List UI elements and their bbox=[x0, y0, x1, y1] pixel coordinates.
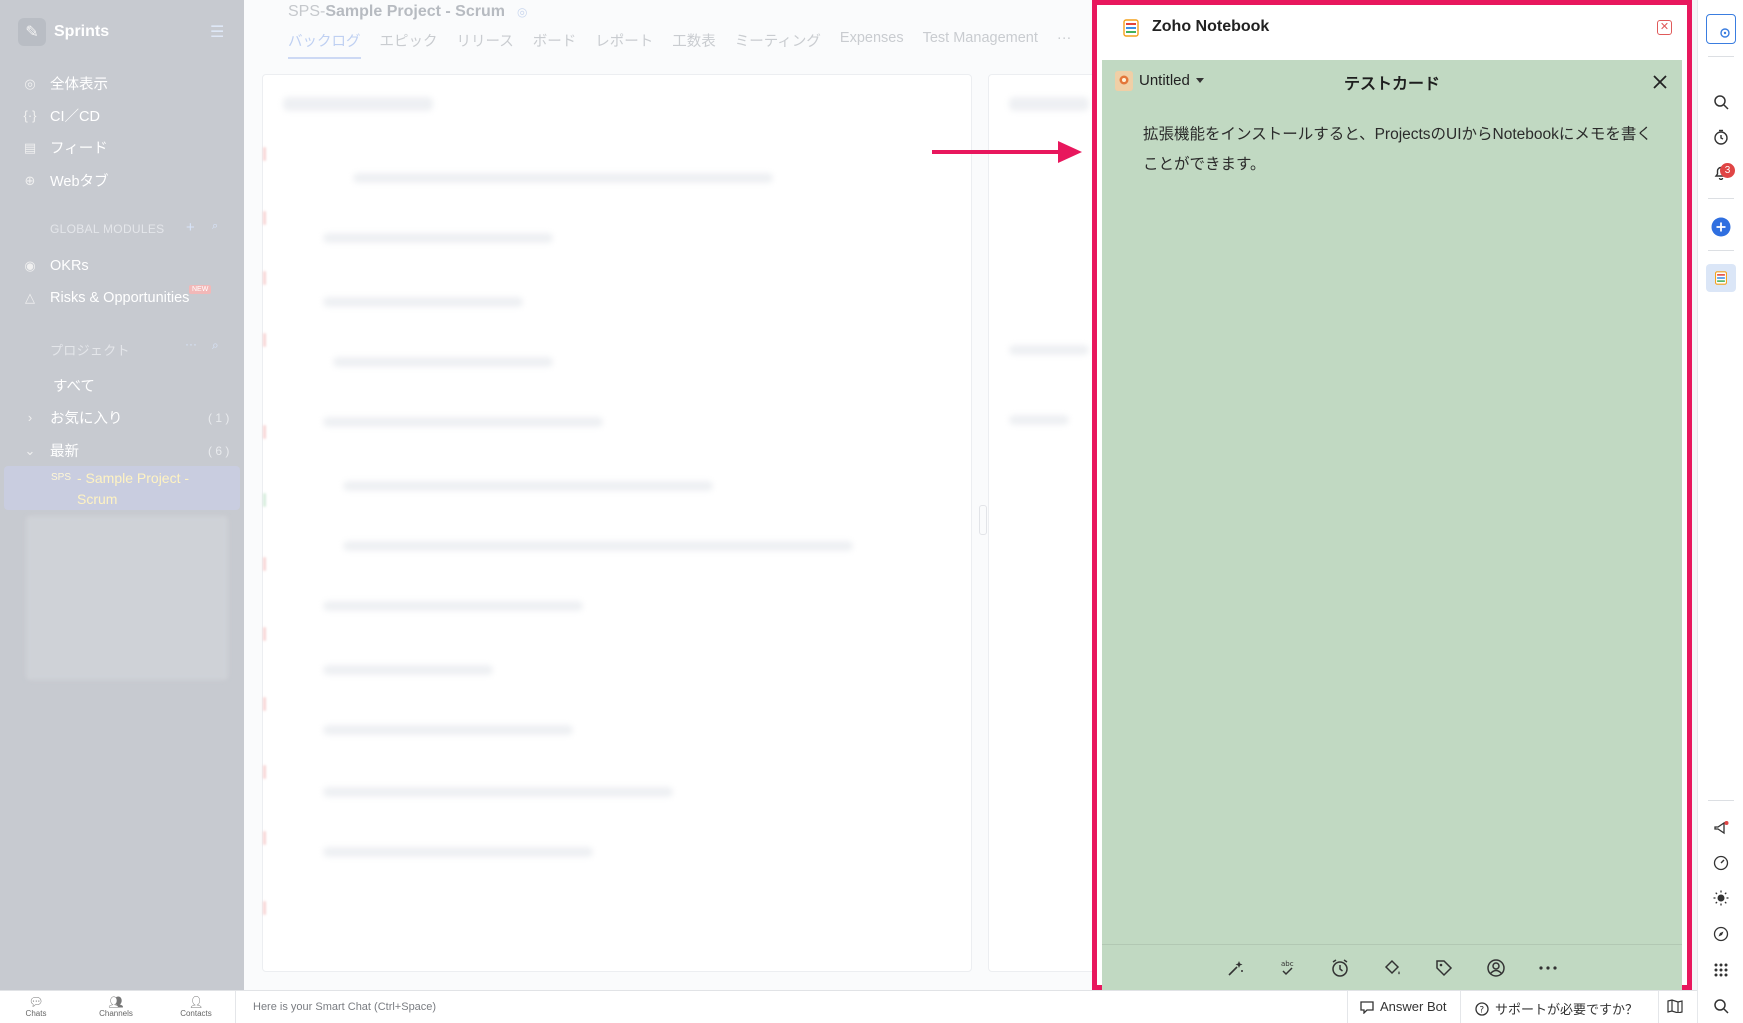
left-sidebar: ✎ Sprints ☰ ◎ 全体表示 {·} CI／CD ▤ フィード ⊕ We… bbox=[0, 0, 244, 990]
spellcheck-icon[interactable]: abc bbox=[1277, 957, 1299, 979]
app-header[interactable]: ✎ Sprints bbox=[18, 18, 109, 46]
tab-timesheet[interactable]: 工数表 bbox=[672, 30, 716, 59]
sidebar-item-overview[interactable]: ◎ 全体表示 bbox=[22, 73, 108, 94]
svg-text:abc: abc bbox=[1281, 960, 1294, 968]
tab-release[interactable]: リリース bbox=[457, 30, 514, 59]
sidebar-item-okrs[interactable]: ◉ OKRs bbox=[22, 258, 88, 274]
fill-color-icon[interactable] bbox=[1381, 957, 1403, 979]
sprint-panel bbox=[988, 74, 1108, 972]
new-badge: NEW bbox=[189, 285, 212, 294]
project-name: - Sample Project - Scrum bbox=[77, 470, 190, 507]
tab-meeting[interactable]: ミーティング bbox=[735, 30, 821, 59]
recent-count: ( 6 ) bbox=[208, 444, 230, 458]
map-icon[interactable] bbox=[1667, 999, 1683, 1013]
tab-board[interactable]: ボード bbox=[533, 30, 577, 59]
tab-test-management[interactable]: Test Management bbox=[923, 30, 1038, 59]
project-code: SPS bbox=[51, 472, 72, 483]
cicd-icon: {·} bbox=[23, 108, 37, 123]
chat-bubble-icon: 💬︎ bbox=[28, 995, 44, 1009]
overview-icon: ◎ bbox=[24, 75, 36, 91]
notebook-extension-panel: Zoho Notebook ✕ Untitled テストカード 拡張機能をインス… bbox=[1092, 0, 1692, 990]
global-modules-heading: GLOBAL MODULES bbox=[50, 222, 165, 236]
share-user-icon[interactable] bbox=[1485, 957, 1507, 979]
note-body-text[interactable]: 拡張機能をインストールすると、ProjectsのUIからNotebookにメモを… bbox=[1143, 120, 1663, 180]
notebook-extension-icon[interactable] bbox=[1706, 264, 1736, 292]
chevron-right-icon: › bbox=[27, 410, 33, 425]
tab-epic[interactable]: エピック bbox=[380, 30, 438, 59]
feature-announcement-icon[interactable] bbox=[1711, 818, 1731, 838]
help-button[interactable]: ? サポートが必要ですか？ bbox=[1475, 999, 1638, 1018]
note-toolbar: abc bbox=[1102, 944, 1682, 990]
chats-button[interactable]: 💬︎ Chats bbox=[6, 995, 66, 1018]
active-project-item[interactable]: SPS - Sample Project - Scrum bbox=[4, 466, 240, 510]
tab-backlog[interactable]: バックログ bbox=[288, 30, 361, 59]
tabs-more-icon[interactable]: ··· bbox=[1057, 30, 1072, 59]
speed-icon[interactable] bbox=[1711, 853, 1731, 873]
project-group-favorites[interactable]: › お気に入り bbox=[22, 407, 123, 428]
notebook-logo-icon bbox=[1123, 19, 1139, 37]
add-new-icon[interactable] bbox=[1711, 217, 1731, 237]
project-group-recent[interactable]: ⌄ 最新 bbox=[22, 440, 79, 461]
note-card: Untitled テストカード 拡張機能をインストールすると、Projectsの… bbox=[1102, 60, 1682, 990]
theme-sun-icon[interactable] bbox=[1711, 888, 1731, 908]
more-icon[interactable] bbox=[1537, 957, 1559, 979]
right-rail: 3 bbox=[1697, 0, 1743, 1023]
tab-expenses[interactable]: Expenses bbox=[840, 30, 904, 59]
apps-grid-icon[interactable] bbox=[1711, 960, 1731, 980]
reminder-icon[interactable] bbox=[1329, 957, 1351, 979]
annotation-arrow-icon bbox=[932, 141, 1082, 163]
target-icon: ◉ bbox=[24, 258, 36, 273]
feed-icon: ▤ bbox=[23, 139, 37, 155]
timer-icon[interactable] bbox=[1711, 127, 1731, 147]
help-icon: ? bbox=[1475, 1001, 1489, 1016]
bottom-bar: 💬︎ Chats 👥︎ Channels 👤︎ Contacts Here is… bbox=[0, 990, 1697, 1023]
project-more-icon[interactable]: ··· bbox=[185, 337, 197, 351]
channels-button[interactable]: 👥︎ Channels bbox=[86, 995, 146, 1018]
svg-text:?: ? bbox=[1479, 1005, 1484, 1015]
sidebar-item-webtab[interactable]: ⊕ Webタブ bbox=[22, 170, 109, 191]
contact-icon: 👤︎ bbox=[188, 995, 204, 1009]
panel-resize-handle[interactable] bbox=[979, 505, 987, 535]
tab-report[interactable]: レポート bbox=[595, 30, 653, 59]
note-header: Untitled テストカード bbox=[1102, 60, 1682, 104]
compass-icon[interactable] bbox=[1711, 924, 1731, 944]
close-panel-button[interactable]: ✕ bbox=[1657, 20, 1672, 35]
sprints-logo-icon: ✎ bbox=[18, 18, 46, 46]
sidebar-menu-icon[interactable]: ☰ bbox=[210, 22, 224, 42]
notebook-title: Zoho Notebook bbox=[1152, 18, 1270, 35]
search-icon[interactable] bbox=[1711, 92, 1731, 112]
channels-icon: 👥︎ bbox=[108, 995, 124, 1009]
add-module-icon[interactable]: + bbox=[186, 219, 195, 236]
globe-icon: ⊕ bbox=[24, 172, 36, 188]
projects-heading: プロジェクト bbox=[50, 343, 130, 358]
blurred-project-list bbox=[26, 516, 228, 680]
project-search-icon[interactable]: ⌕ bbox=[212, 338, 219, 353]
sidebar-item-feed[interactable]: ▤ フィード bbox=[22, 137, 108, 158]
tag-icon[interactable] bbox=[1433, 957, 1455, 979]
sidebar-item-risks[interactable]: △ Risks & Opportunities bbox=[22, 290, 189, 306]
project-info-icon[interactable]: ◎ bbox=[517, 5, 527, 19]
close-note-button[interactable] bbox=[1652, 74, 1668, 90]
ai-sparkle-icon[interactable] bbox=[1225, 957, 1247, 979]
notification-count-badge: 3 bbox=[1720, 163, 1735, 178]
favorites-count: ( 1 ) bbox=[208, 411, 230, 425]
app-name: Sprints bbox=[54, 23, 110, 40]
contacts-button[interactable]: 👤︎ Contacts bbox=[166, 995, 226, 1018]
chevron-down-icon: ⌄ bbox=[24, 442, 36, 458]
answer-bot-button[interactable]: Answer Bot bbox=[1360, 999, 1446, 1014]
search-module-icon[interactable]: ⌕ bbox=[212, 220, 218, 233]
smart-chat-input[interactable]: Here is your Smart Chat (Ctrl+Space) bbox=[253, 1001, 436, 1013]
global-search-icon[interactable] bbox=[1711, 996, 1731, 1016]
project-group-all[interactable]: すべて bbox=[53, 375, 95, 396]
project-tabs: バックログ エピック リリース ボード レポート 工数表 ミーティング Expe… bbox=[288, 30, 1071, 59]
backlog-panel bbox=[262, 74, 972, 972]
risk-icon: △ bbox=[25, 290, 35, 305]
project-header: SPS-Sample Project - Scrum ◎ bbox=[288, 3, 528, 20]
answer-bot-icon bbox=[1360, 1000, 1374, 1014]
note-title[interactable]: テストカード bbox=[1102, 70, 1682, 94]
notebook-header: Zoho Notebook ✕ bbox=[1097, 5, 1687, 57]
profile-settings-icon[interactable] bbox=[1706, 14, 1736, 44]
sidebar-item-cicd[interactable]: {·} CI／CD bbox=[22, 105, 99, 126]
